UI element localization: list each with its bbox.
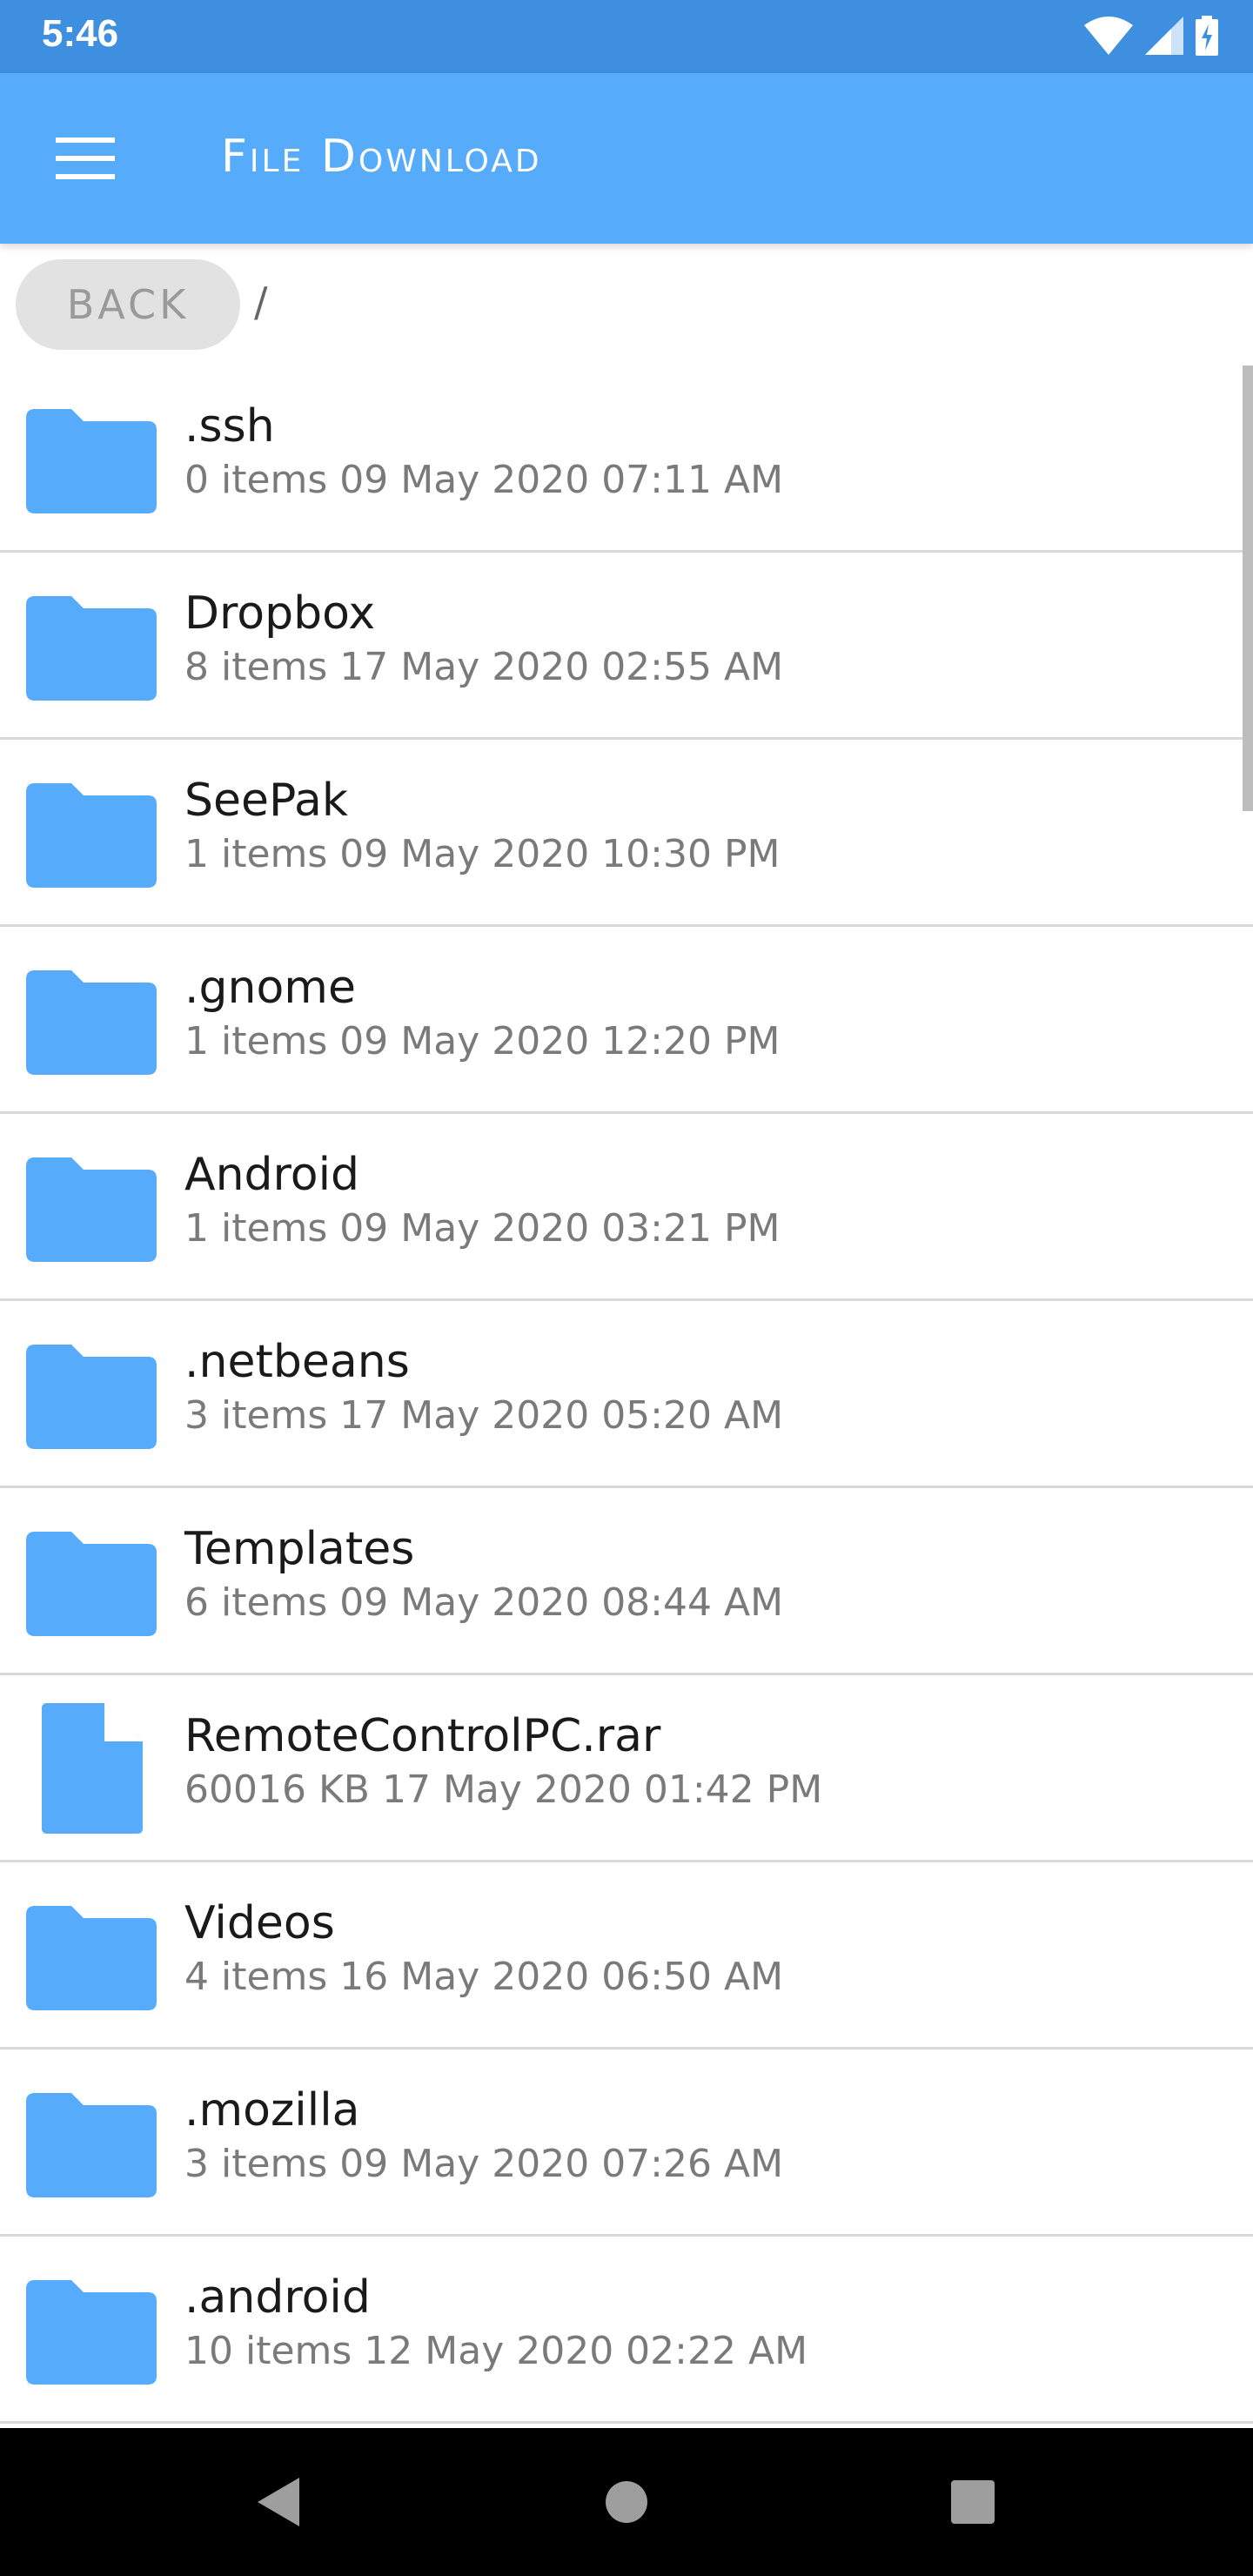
list-item[interactable]: .ssh 0 items 09 May 2020 07:11 AM [0, 366, 1253, 553]
folder-icon [26, 596, 157, 701]
nav-back-icon [258, 2478, 299, 2526]
item-meta: 1 items 09 May 2020 03:21 PM [184, 1206, 781, 1251]
nav-home-button[interactable] [592, 2467, 661, 2537]
nav-home-icon [606, 2481, 647, 2523]
list-item[interactable]: .android 10 items 12 May 2020 02:22 AM [0, 2237, 1253, 2424]
status-bar: 5:46 [0, 0, 1253, 73]
file-list[interactable]: .ssh 0 items 09 May 2020 07:11 AM Dropbo… [0, 366, 1253, 2428]
folder-icon [26, 1345, 157, 1449]
list-item[interactable]: .gnome 1 items 09 May 2020 12:20 PM [0, 927, 1253, 1114]
cell-signal-icon [1145, 16, 1183, 59]
item-meta: 0 items 09 May 2020 07:11 AM [184, 458, 784, 502]
folder-icon [26, 783, 157, 888]
wifi-icon [1084, 16, 1133, 59]
item-meta: 1 items 09 May 2020 12:20 PM [184, 1019, 781, 1063]
list-item[interactable]: .netbeans 3 items 17 May 2020 05:20 AM [0, 1301, 1253, 1488]
item-name: .android [184, 2271, 371, 2324]
list-item[interactable]: Android 1 items 09 May 2020 03:21 PM [0, 1114, 1253, 1301]
item-meta: 3 items 09 May 2020 07:26 AM [184, 2142, 784, 2186]
battery-charging-icon [1196, 15, 1218, 60]
folder-icon [26, 970, 157, 1075]
app-bar: File Download [0, 73, 1253, 244]
scrollbar[interactable] [1243, 366, 1253, 811]
item-meta: 8 items 17 May 2020 02:55 AM [184, 645, 784, 689]
menu-button[interactable] [42, 124, 129, 193]
status-time: 5:46 [42, 12, 119, 55]
nav-recents-icon [951, 2480, 995, 2524]
nav-recents-button[interactable] [938, 2467, 1008, 2537]
item-meta: 3 items 17 May 2020 05:20 AM [184, 1393, 784, 1438]
list-item[interactable]: Videos 4 items 16 May 2020 06:50 AM [0, 1862, 1253, 2049]
folder-icon [26, 1532, 157, 1636]
folder-icon [26, 409, 157, 513]
list-item[interactable]: .mozilla 3 items 09 May 2020 07:26 AM [0, 2049, 1253, 2237]
list-item[interactable]: Templates 6 items 09 May 2020 08:44 AM [0, 1488, 1253, 1675]
folder-icon [26, 2093, 157, 2197]
item-meta: 6 items 09 May 2020 08:44 AM [184, 1580, 784, 1625]
file-icon [42, 1703, 143, 1834]
item-name: .mozilla [184, 2084, 360, 2137]
list-item[interactable]: SeePak 1 items 09 May 2020 10:30 PM [0, 740, 1253, 927]
folder-icon [26, 1157, 157, 1262]
folder-icon [26, 1906, 157, 2010]
path-row: BACK / [0, 244, 1253, 366]
item-meta: 4 items 16 May 2020 06:50 AM [184, 1955, 784, 1999]
item-meta: 1 items 09 May 2020 10:30 PM [184, 832, 781, 876]
nav-back-button[interactable] [244, 2467, 313, 2537]
item-name: SeePak [184, 775, 348, 827]
list-item[interactable]: RemoteControlPC.rar 60016 KB 17 May 2020… [0, 1675, 1253, 1862]
current-path: / [254, 278, 268, 325]
system-nav-bar [0, 2428, 1253, 2576]
item-name: .ssh [184, 400, 275, 453]
status-icons [1084, 15, 1218, 60]
item-name: Templates [184, 1523, 415, 1575]
hamburger-menu-icon [56, 138, 115, 179]
folder-icon [26, 2280, 157, 2385]
item-name: .gnome [184, 962, 356, 1014]
item-name: .netbeans [184, 1336, 410, 1388]
item-name: Videos [184, 1897, 335, 1949]
back-button[interactable]: BACK [16, 259, 240, 350]
list-item[interactable]: Dropbox 8 items 17 May 2020 02:55 AM [0, 553, 1253, 740]
app-title: File Download [221, 131, 542, 183]
item-name: Dropbox [184, 587, 376, 640]
item-meta: 60016 KB 17 May 2020 01:42 PM [184, 1768, 823, 1812]
item-name: RemoteControlPC.rar [184, 1710, 661, 1762]
item-meta: 10 items 12 May 2020 02:22 AM [184, 2329, 808, 2373]
item-name: Android [184, 1149, 360, 1201]
